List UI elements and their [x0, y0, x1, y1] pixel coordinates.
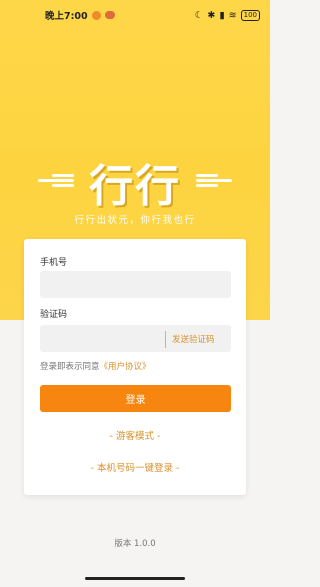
signal-icon: ▮ [219, 9, 225, 21]
slogan: 行行出状元，你行我也行 [74, 215, 196, 226]
app-notification-icon [104, 11, 115, 19]
notification-icon [91, 10, 101, 20]
one-click-login-link[interactable]: - 本机号码一键登录 - [24, 460, 246, 474]
phone-input[interactable] [40, 271, 231, 298]
send-code-button[interactable]: 发送验证码 [172, 333, 215, 345]
phone-label: 手机号 [40, 258, 68, 268]
version-text: 版本 1.0.0 [114, 539, 156, 549]
guest-mode-link[interactable]: - 游客模式 - [24, 428, 246, 442]
code-divider [165, 331, 166, 348]
home-indicator[interactable] [85, 577, 185, 580]
logo-decoration-left-icon [38, 172, 74, 187]
battery-icon: 100 [240, 9, 260, 21]
logo-title: 行行 [89, 161, 181, 212]
moon-icon: ☾ [194, 9, 204, 21]
login-button[interactable]: 登录 [40, 385, 231, 412]
login-card: 手机号 验证码 发送验证码 登录即表示同意《用户协议》 登录 - 游客模式 - … [24, 239, 246, 495]
agreement-text: 登录即表示同意《用户协议》 [40, 360, 151, 372]
app-logo: 行行 [0, 150, 270, 214]
logo-decoration-right-icon [196, 172, 232, 187]
status-bar: 晚上7:00 ☾ ✱ ▮ ≋ 100 [0, 0, 270, 30]
code-label: 验证码 [40, 310, 68, 320]
bluetooth-icon: ✱ [207, 9, 216, 21]
status-time: 晚上7:00 [45, 11, 88, 22]
wifi-icon: ≋ [228, 9, 237, 21]
user-agreement-link[interactable]: 《用户协议》 [100, 362, 151, 372]
agreement-prefix: 登录即表示同意 [40, 362, 100, 372]
